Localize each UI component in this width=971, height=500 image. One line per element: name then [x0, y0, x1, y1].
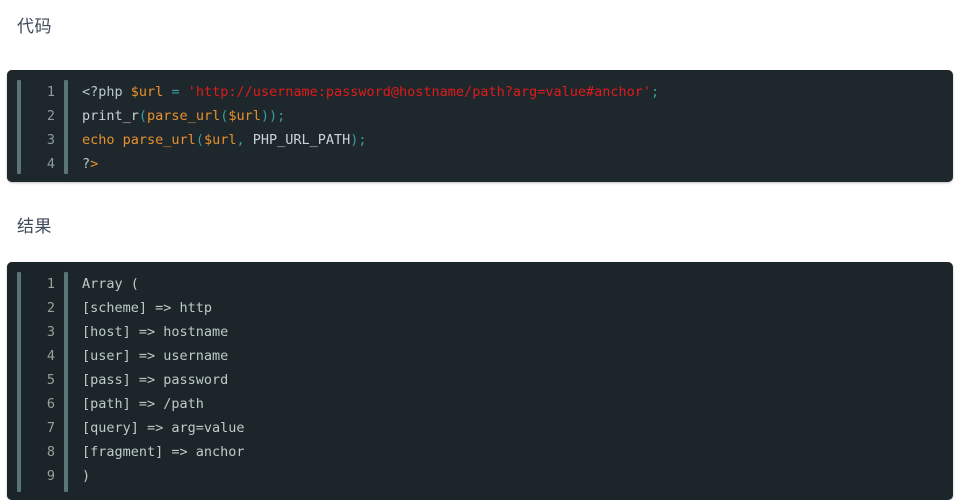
result-line-number-6: 6 — [46, 396, 55, 412]
result-gutter: 1 2 3 4 5 6 7 8 9 — [7, 262, 68, 500]
code-token-var: $url — [203, 132, 237, 148]
code-token-punc: ( — [195, 132, 204, 148]
result-line: [query] => arg=value — [82, 420, 245, 436]
code-line-number-1: 1 — [46, 84, 55, 100]
code-token-const: PHP_URL_PATH — [252, 132, 351, 148]
php-code-block: 1 2 3 4 <?php $url = 'http://username:passw… — [7, 70, 953, 182]
code-gutter: 1 2 3 4 — [7, 70, 68, 182]
result-line-number-7: 7 — [46, 420, 55, 436]
code-line: ?> — [82, 152, 953, 176]
result-line: [host] => hostname — [82, 324, 229, 340]
result-line-number-1: 1 — [46, 276, 55, 292]
page-root: 代码 1 2 3 4 <?php $url = 'http://username:pa… — [0, 0, 971, 500]
code-token-punc: ); — [350, 132, 367, 148]
code-line-number-2: 2 — [46, 108, 55, 124]
code-line-number-3: 3 — [46, 132, 55, 148]
result-content-area[interactable]: Array ( [scheme] => http [host] => hostnam… — [68, 262, 953, 500]
code-content-area[interactable]: <?php $url = 'http://username:password@h… — [68, 70, 953, 182]
result-line-number-3: 3 — [46, 324, 55, 340]
result-line: [path] => /path — [82, 396, 204, 412]
result-line: Array ( — [82, 276, 139, 292]
code-token-plain: print_r — [82, 108, 139, 124]
code-token-string: 'http://username:password@hostname/path?… — [187, 84, 651, 100]
code-token-punc: ; — [651, 84, 660, 100]
code-token-tag: ? — [82, 156, 91, 172]
result-line-number-4: 4 — [46, 348, 55, 364]
code-token-kw: > — [90, 156, 99, 172]
code-line-number-list: 1 2 3 4 — [7, 80, 68, 176]
result-line: [user] => username — [82, 348, 229, 364]
code-token-var: $url — [228, 108, 261, 124]
code-token-punc: , — [236, 132, 253, 148]
result-line: [scheme] => http — [82, 300, 213, 316]
code-token-punc: ( — [138, 108, 148, 124]
result-line-number-5: 5 — [46, 372, 55, 388]
result-output-block: 1 2 3 4 5 6 7 8 9 Array ( [scheme] => http [host] … — [7, 262, 953, 500]
result-line: [fragment] => anchor — [82, 444, 245, 460]
code-token-var: $url — [130, 84, 164, 100]
result-line: [pass] => password — [82, 372, 229, 388]
code-token-func: parse_url — [147, 108, 221, 124]
result-line-number-2: 2 — [46, 300, 55, 316]
result-line: ) — [82, 468, 91, 484]
result-line-number-list: 1 2 3 4 5 6 7 8 9 — [7, 272, 68, 488]
result-section-heading: 结果 — [17, 217, 52, 236]
code-token-punc: )); — [260, 108, 286, 124]
code-line: echo parse_url($url, PHP_URL_PATH); — [82, 128, 953, 152]
code-line: <?php $url = 'http://username:password@h… — [82, 80, 953, 104]
code-token-op: = — [171, 84, 180, 100]
code-line-number-4: 4 — [46, 156, 55, 172]
code-section-heading: 代码 — [17, 17, 52, 36]
code-line: print_r(parse_url($url)); — [82, 104, 953, 128]
result-line-number-8: 8 — [46, 444, 55, 460]
code-token-kw: echo — [82, 132, 115, 148]
code-token-func: parse_url — [122, 132, 196, 148]
result-line-number-9: 9 — [46, 468, 55, 484]
code-token-tag: <?php — [82, 84, 123, 100]
